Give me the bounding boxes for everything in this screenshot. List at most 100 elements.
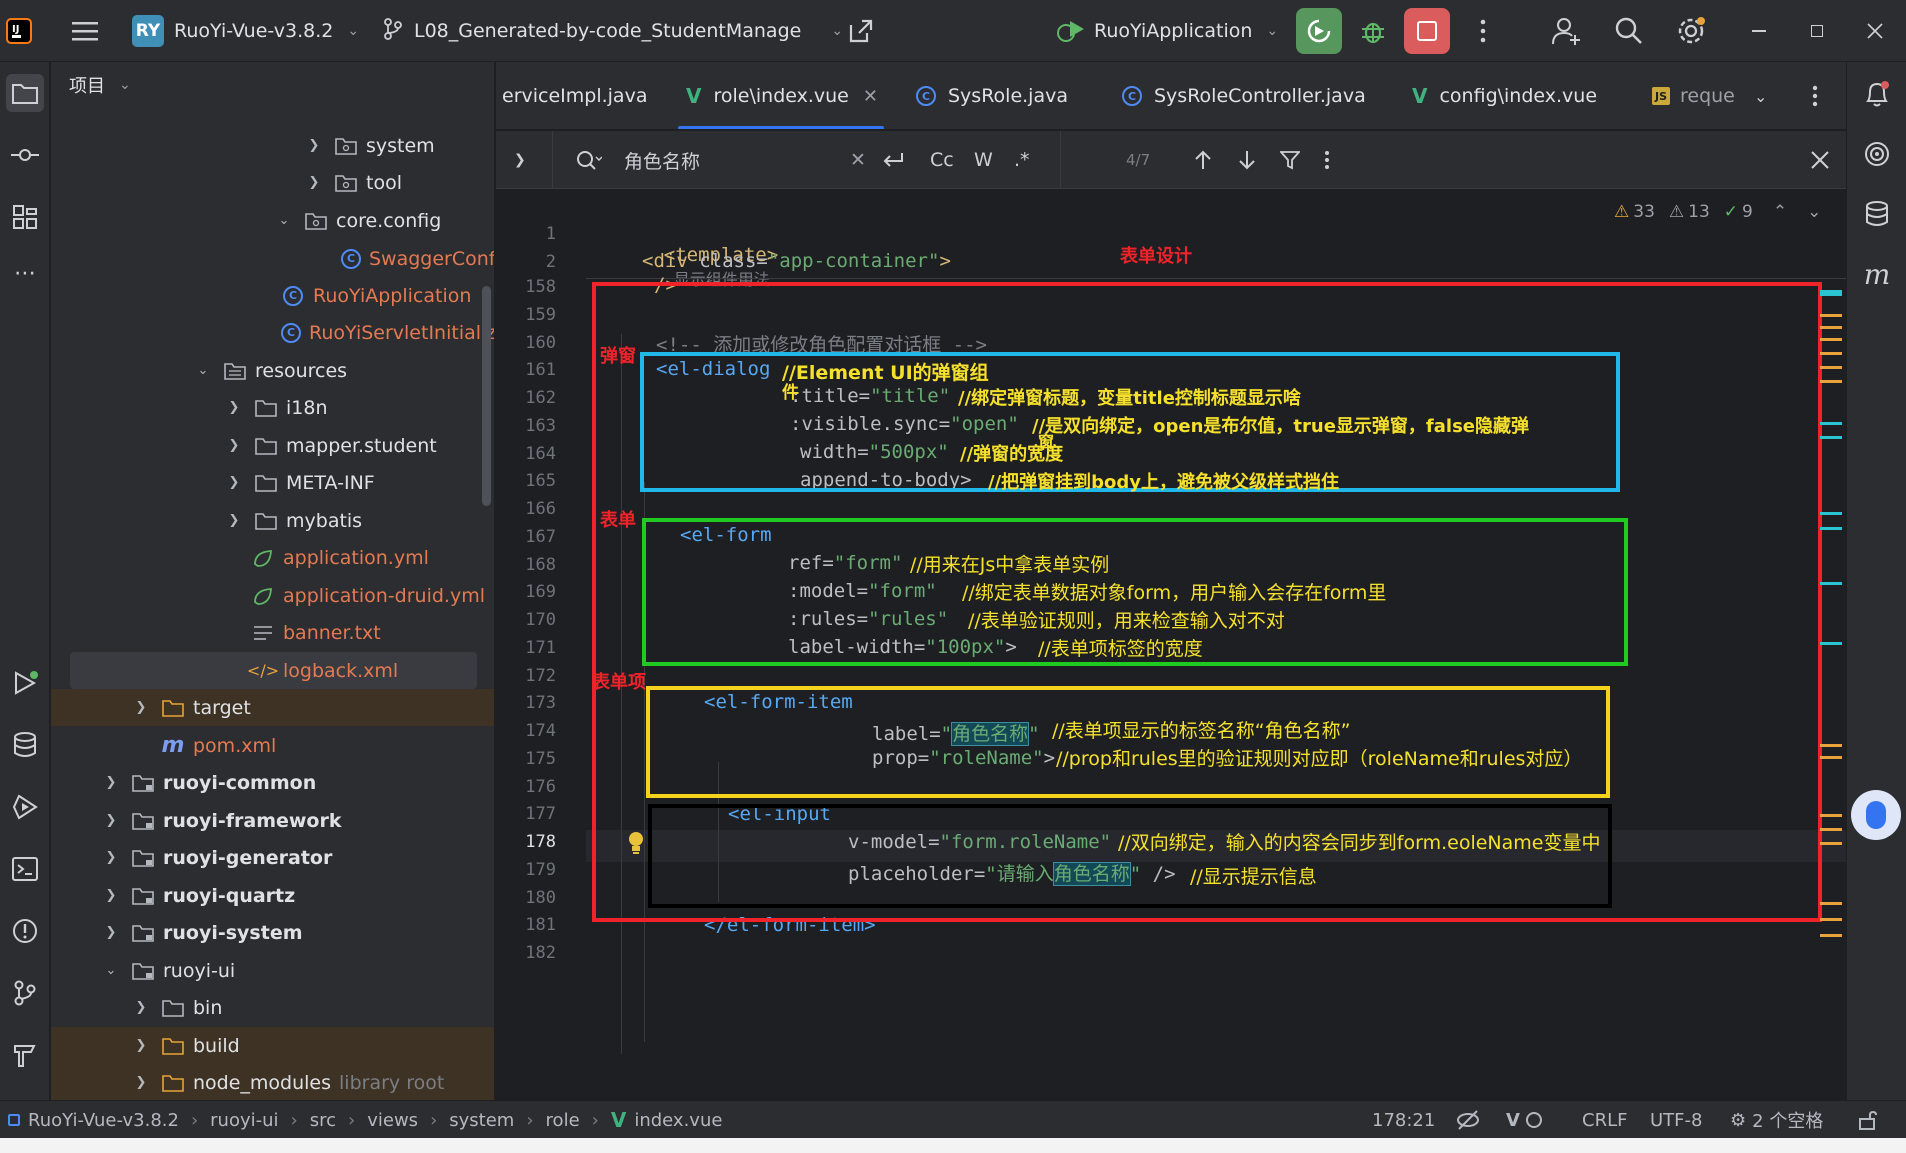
run-icon[interactable]	[6, 664, 44, 702]
add-user-icon[interactable]	[1550, 14, 1584, 48]
tree-item-tool[interactable]: ❯ tool	[51, 164, 494, 201]
vue-service-icon[interactable]: V	[1506, 1101, 1542, 1139]
tree-item-ruoyi-common[interactable]: ❯ ruoyi-common	[51, 764, 494, 801]
external-link-icon[interactable]	[844, 14, 878, 48]
more-actions-icon[interactable]	[1466, 14, 1500, 48]
find-search-icon[interactable]	[576, 131, 602, 189]
project-panel-header[interactable]: 项目 ⌄	[51, 62, 494, 108]
clear-search-icon[interactable]: ✕	[850, 131, 866, 189]
regex-button[interactable]: .*	[1014, 131, 1030, 189]
filter-icon[interactable]	[1280, 131, 1300, 189]
tree-item-ruoyi-framework[interactable]: ❯ ruoyi-framework	[51, 802, 494, 839]
tab-sys-role-java[interactable]: C SysRole.java	[916, 62, 1068, 129]
new-line-icon[interactable]	[882, 131, 904, 189]
tab-sys-role-controller[interactable]: C SysRoleController.java	[1122, 62, 1366, 129]
ai-assistant-icon[interactable]	[1859, 136, 1895, 172]
breadcrumb-item[interactable]: src	[310, 1110, 336, 1131]
tab-service-impl[interactable]: erviceImpl.java	[502, 62, 647, 129]
run-configuration[interactable]: RuoYiApplication ⌄	[1056, 0, 1278, 62]
expand-replace-icon[interactable]: ❯	[514, 131, 526, 189]
intellij-logo-icon[interactable]: IJ	[2, 14, 36, 48]
tree-item-ruoyi-quartz[interactable]: ❯ ruoyi-quartz	[51, 877, 494, 914]
breadcrumb-item[interactable]: RuoYi-Vue-v3.8.2	[28, 1110, 179, 1131]
maven-icon[interactable]: m	[1859, 256, 1895, 292]
tree-item-ruoyi-ui[interactable]: ⌄ ruoyi-ui	[51, 952, 494, 989]
no-power-save-icon[interactable]	[1456, 1101, 1480, 1139]
tree-item-bin[interactable]: ❯ bin	[51, 989, 494, 1026]
tab-request-js[interactable]: JS reque	[1652, 62, 1735, 129]
tree-item-core-config[interactable]: ⌄ core.config	[51, 202, 494, 239]
line-ending[interactable]: CRLF	[1582, 1101, 1627, 1139]
stop-button[interactable]	[1404, 8, 1450, 54]
close-window-icon[interactable]	[1858, 14, 1892, 48]
commit-icon[interactable]	[6, 136, 44, 174]
terminal-icon[interactable]	[6, 850, 44, 888]
tree-item-system[interactable]: ❯ system	[51, 127, 494, 164]
code-line-2[interactable]: <div class="app-container">	[642, 250, 951, 272]
floating-assistant-button[interactable]	[1851, 790, 1901, 840]
next-highlight-icon[interactable]: ⌄	[1807, 202, 1821, 222]
tree-item-ruoyi-application[interactable]: C RuoYiApplication	[51, 277, 494, 314]
tree-item-build[interactable]: ❯ build	[51, 1027, 494, 1064]
inspection-widget[interactable]: ⚠ 33 ⚠ 13 ✓ 9 ⌃ ⌄	[1614, 202, 1821, 222]
breadcrumb-item[interactable]: ruoyi-ui	[210, 1110, 278, 1131]
breadcrumb-item[interactable]: role	[546, 1110, 580, 1131]
find-options-icon[interactable]	[1324, 131, 1330, 189]
database-icon[interactable]	[1859, 196, 1895, 232]
tree-item-application-yml[interactable]: application.yml	[51, 539, 494, 576]
close-find-icon[interactable]	[1810, 131, 1830, 189]
previous-occurrence-icon[interactable]	[1194, 131, 1212, 189]
settings-gear-icon[interactable]	[1674, 14, 1708, 48]
database-icon[interactable]	[6, 726, 44, 764]
minimize-icon[interactable]	[1742, 14, 1776, 48]
caret-position[interactable]: 178:21	[1372, 1101, 1435, 1139]
debug-icon[interactable]	[1356, 14, 1390, 48]
tab-more-icon[interactable]	[1812, 62, 1818, 129]
rerun-button[interactable]	[1296, 8, 1342, 54]
tab-role-index-vue[interactable]: V role\index.vue ✕	[678, 62, 884, 129]
tree-item-logback-xml[interactable]: </> logback.xml	[70, 652, 477, 689]
indent-setting[interactable]: ⚙ 2 个空格	[1730, 1101, 1823, 1139]
git-icon[interactable]	[6, 974, 44, 1012]
tab-list-dropdown-icon[interactable]: ⌄	[1754, 62, 1767, 129]
build-hammer-icon[interactable]	[6, 1036, 44, 1074]
project-folder-icon[interactable]	[6, 74, 44, 112]
tree-item-mapper-student[interactable]: ❯ mapper.student	[51, 427, 494, 464]
next-occurrence-icon[interactable]	[1238, 131, 1256, 189]
more-tools-icon[interactable]: ⋯	[6, 254, 44, 292]
previous-highlight-icon[interactable]: ⌃	[1773, 202, 1787, 222]
tree-item-swagger-config[interactable]: C SwaggerConfig	[51, 240, 494, 277]
tree-item-target[interactable]: ❯ target	[51, 689, 494, 726]
find-input[interactable]: 角色名称	[624, 131, 700, 189]
breadcrumb-item[interactable]: index.vue	[634, 1110, 722, 1131]
file-encoding[interactable]: UTF-8	[1650, 1101, 1702, 1139]
restore-icon[interactable]	[1800, 14, 1834, 48]
problems-icon[interactable]	[6, 912, 44, 950]
tab-config-index-vue[interactable]: V config\index.vue	[1412, 62, 1597, 129]
search-icon[interactable]	[1612, 14, 1646, 48]
match-case-button[interactable]: Cc	[930, 131, 954, 189]
project-switcher[interactable]: RY RuoYi-Vue-v3.8.2 ⌄	[132, 0, 359, 62]
structure-icon[interactable]	[6, 198, 44, 236]
tree-item-pom-xml[interactable]: m pom.xml	[51, 727, 494, 764]
tree-item-ruoyi-servlet-initializer[interactable]: C RuoYiServletInitializer	[51, 314, 494, 351]
read-only-lock-icon[interactable]	[1858, 1101, 1878, 1139]
close-tab-icon[interactable]: ✕	[863, 86, 878, 107]
tree-item-meta-inf[interactable]: ❯ META-INF	[51, 464, 494, 501]
main-menu-icon[interactable]	[68, 14, 102, 48]
tree-item-node-modules[interactable]: ❯ node_modules library root	[51, 1064, 494, 1100]
branch-switcher[interactable]: L08_Generated-by-code_StudentManage ⌄	[384, 0, 843, 62]
breadcrumb-item[interactable]: views	[367, 1110, 418, 1131]
tree-item-ruoyi-generator[interactable]: ❯ ruoyi-generator	[51, 839, 494, 876]
tree-item-i18n[interactable]: ❯ i18n	[51, 389, 494, 426]
tree-item-resources[interactable]: ⌄ resources	[51, 352, 494, 389]
tree-item-application-druid-yml[interactable]: application-druid.yml	[51, 577, 494, 614]
notifications-bell-icon[interactable]	[1859, 76, 1895, 112]
whole-word-button[interactable]: W	[974, 131, 993, 189]
breadcrumb-item[interactable]: system	[449, 1110, 514, 1131]
tree-item-mybatis[interactable]: ❯ mybatis	[51, 502, 494, 539]
tree-item-banner-txt[interactable]: banner.txt	[51, 614, 494, 651]
services-icon[interactable]	[6, 788, 44, 826]
project-scrollbar[interactable]	[482, 286, 491, 506]
tree-item-ruoyi-system[interactable]: ❯ ruoyi-system	[51, 914, 494, 951]
